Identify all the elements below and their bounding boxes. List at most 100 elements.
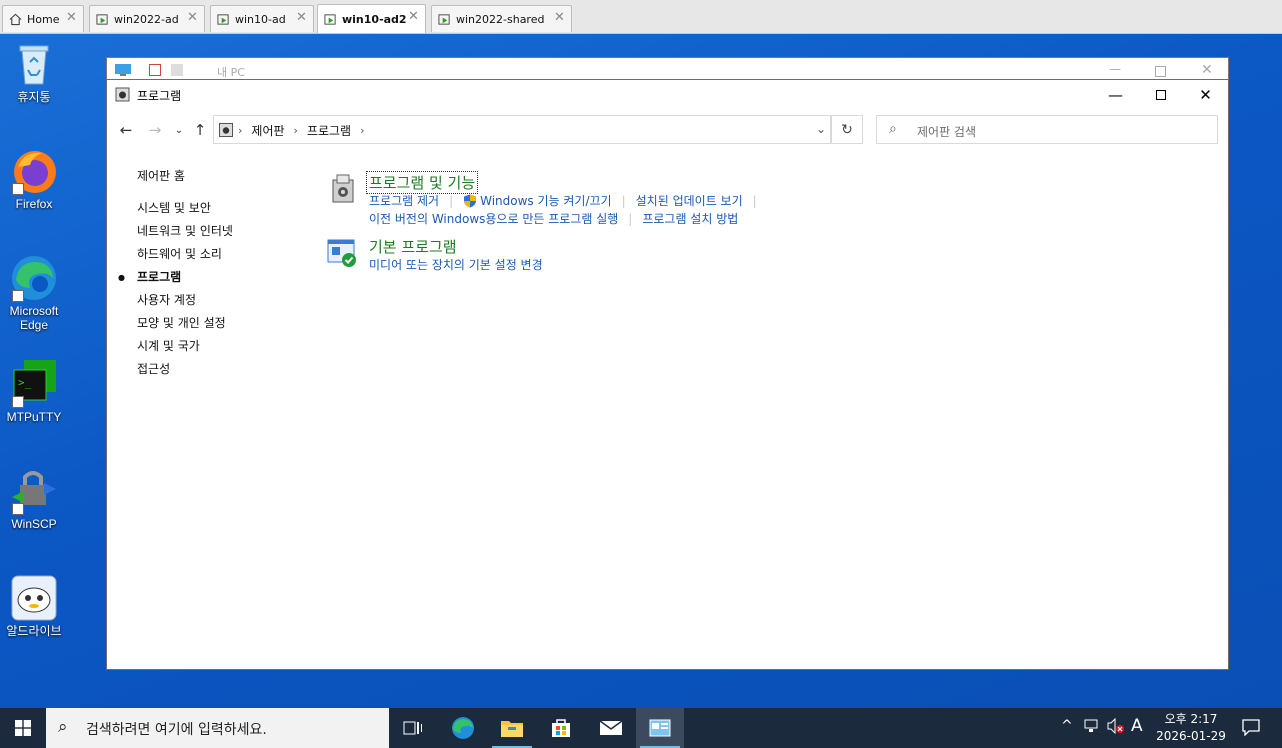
- desktop-icon-winscp[interactable]: WinSCP: [0, 467, 68, 531]
- recycle-bin-icon: [10, 40, 58, 88]
- control-panel-window: 프로그램 — ✕ ← → ⌄ ↑ › 제어판 › 프로그램 › ⌄ ↻ ⌕ 제어…: [106, 79, 1229, 670]
- nav-accessibility[interactable]: 접근성: [137, 358, 317, 381]
- compatibility-link[interactable]: 이전 버전의 Windows용으로 만든 프로그램 실행: [369, 210, 618, 227]
- windows-features-link[interactable]: Windows 기능 켜기/끄기: [480, 192, 611, 209]
- vm-console-icon: [438, 13, 450, 25]
- tab-win10-ad[interactable]: win10-ad ✕: [210, 5, 314, 32]
- address-bar[interactable]: › 제어판 › 프로그램 › ⌄: [213, 115, 831, 144]
- clock[interactable]: 오후 2:17 2026-01-29: [1143, 711, 1239, 745]
- desktop-icon-mtputty[interactable]: >_ MTPuTTY: [0, 360, 68, 424]
- back-button[interactable]: ←: [115, 119, 137, 141]
- up-button[interactable]: ↑: [189, 119, 211, 141]
- vm-console-icon: [96, 13, 108, 25]
- how-to-install-link[interactable]: 프로그램 설치 방법: [642, 210, 738, 227]
- edge-icon: [10, 254, 58, 302]
- firefox-icon: [10, 147, 58, 195]
- close-icon[interactable]: ✕: [66, 11, 77, 24]
- nav-control-panel-home[interactable]: 제어판 홈: [137, 165, 317, 188]
- taskbar-mail[interactable]: [587, 708, 635, 748]
- nav-appearance[interactable]: 모양 및 개인 설정: [137, 312, 317, 335]
- tab-win2022-shared[interactable]: win2022-shared ✕: [431, 5, 572, 32]
- desktop-icon-firefox[interactable]: Firefox: [0, 147, 68, 211]
- search-icon: ⌕: [889, 121, 897, 137]
- close-icon: ✕: [1201, 62, 1213, 78]
- connection-tab-bar: Home ✕ win2022-ad ✕ win10-ad ✕ win10-ad2…: [0, 0, 1282, 34]
- taskbar-edge[interactable]: [439, 708, 487, 748]
- vm-console-icon: [324, 13, 336, 25]
- shortcut-arrow-icon: [12, 290, 24, 302]
- arrow-left-icon: ←: [119, 121, 133, 139]
- store-icon: [552, 719, 570, 737]
- maximize-icon: [1155, 66, 1166, 77]
- maximize-button[interactable]: [1138, 80, 1183, 110]
- desktop-icon-aldrive[interactable]: 알드라이브: [0, 574, 68, 638]
- close-icon[interactable]: ✕: [187, 11, 198, 24]
- home-icon: [9, 13, 22, 25]
- default-programs-icon: [327, 239, 356, 267]
- properties-icon: [149, 64, 161, 76]
- nav-user-accounts[interactable]: 사용자 계정: [137, 289, 317, 312]
- input-method-indicator[interactable]: A: [1131, 716, 1143, 736]
- chevron-right-icon[interactable]: ›: [360, 124, 364, 137]
- desktop-icon-label: Firefox: [15, 197, 53, 211]
- category-links: 프로그램 제거 | Windows 기능 켜기/끄기 | 설치된 업데이트 보기…: [369, 192, 767, 209]
- task-view-button[interactable]: [389, 708, 437, 748]
- media-device-defaults-link[interactable]: 미디어 또는 장치의 기본 설정 변경: [369, 256, 543, 273]
- tab-home[interactable]: Home ✕: [2, 5, 84, 32]
- forward-button[interactable]: →: [144, 119, 166, 141]
- arrow-up-icon: ↑: [193, 121, 207, 139]
- nav-network-internet[interactable]: 네트워크 및 인터넷: [137, 220, 317, 243]
- control-panel-icon: [649, 719, 671, 737]
- category-links: 미디어 또는 장치의 기본 설정 변경: [369, 256, 543, 273]
- tab-win10-ad2[interactable]: win10-ad2 ✕: [317, 4, 426, 33]
- nav-programs[interactable]: 프로그램: [118, 266, 317, 289]
- arrow-right-icon: →: [148, 121, 162, 139]
- nav-hardware-sound[interactable]: 하드웨어 및 소리: [137, 243, 317, 266]
- taskbar-store[interactable]: [537, 708, 585, 748]
- aldrive-icon: [10, 574, 58, 622]
- close-icon[interactable]: ✕: [554, 11, 565, 24]
- tab-win2022-ad[interactable]: win2022-ad ✕: [89, 5, 205, 32]
- minimize-icon: —: [1109, 62, 1121, 76]
- background-window-title: 내 PC: [217, 66, 245, 79]
- breadcrumb: › 제어판 › 프로그램 ›: [238, 122, 374, 139]
- close-button[interactable]: ✕: [1183, 80, 1228, 110]
- taskbar-control-panel[interactable]: [636, 708, 684, 748]
- category-title[interactable]: 기본 프로그램: [369, 236, 457, 257]
- left-navigation: 제어판 홈 시스템 및 보안 네트워크 및 인터넷 하드웨어 및 소리 프로그램…: [118, 165, 317, 381]
- task-view-icon: [403, 721, 422, 735]
- mtputty-icon: >_: [10, 360, 58, 408]
- desktop-icon-recycle-bin[interactable]: 휴지통: [0, 40, 68, 104]
- maximize-icon: [1155, 90, 1166, 100]
- network-icon[interactable]: [1084, 718, 1100, 738]
- notification-center-icon[interactable]: [1242, 718, 1260, 740]
- vm-console-icon: [217, 13, 229, 25]
- volume-muted-icon[interactable]: [1107, 717, 1125, 738]
- taskbar-search-box[interactable]: ⌕ 검색하려면 여기에 입력하세요.: [46, 708, 389, 748]
- minimize-button[interactable]: —: [1093, 80, 1138, 110]
- uninstall-program-link[interactable]: 프로그램 제거: [369, 192, 439, 209]
- navigation-bar: ← → ⌄ ↑ › 제어판 › 프로그램 › ⌄ ↻ ⌕ 제어판 검색: [107, 115, 1228, 145]
- svg-text:>_: >_: [18, 376, 32, 389]
- clock-date: 2026-01-29: [1156, 729, 1226, 743]
- separator: |: [621, 193, 626, 208]
- tab-label: win2022-shared: [456, 12, 545, 26]
- nav-system-security[interactable]: 시스템 및 보안: [137, 197, 317, 220]
- chevron-up-icon[interactable]: ^: [1061, 718, 1073, 734]
- breadcrumb-item[interactable]: 프로그램: [307, 122, 351, 139]
- refresh-button[interactable]: ↻: [831, 115, 863, 144]
- installed-updates-link[interactable]: 설치된 업데이트 보기: [636, 192, 743, 209]
- desktop-icon-edge[interactable]: Microsoft Edge: [0, 254, 68, 332]
- chevron-down-icon[interactable]: ⌄: [816, 122, 826, 136]
- close-icon[interactable]: ✕: [296, 11, 307, 24]
- chevron-down-icon: ⌄: [174, 124, 184, 136]
- start-button[interactable]: [0, 708, 46, 748]
- close-icon[interactable]: ✕: [408, 10, 419, 23]
- nav-clock-region[interactable]: 시계 및 국가: [137, 335, 317, 358]
- control-panel-icon: [115, 87, 130, 102]
- category-title[interactable]: 프로그램 및 기능: [365, 171, 479, 194]
- breadcrumb-item[interactable]: 제어판: [251, 122, 284, 139]
- taskbar-file-explorer[interactable]: [488, 708, 536, 748]
- search-box[interactable]: ⌕ 제어판 검색: [876, 115, 1218, 144]
- recent-locations-button[interactable]: ⌄: [168, 119, 190, 141]
